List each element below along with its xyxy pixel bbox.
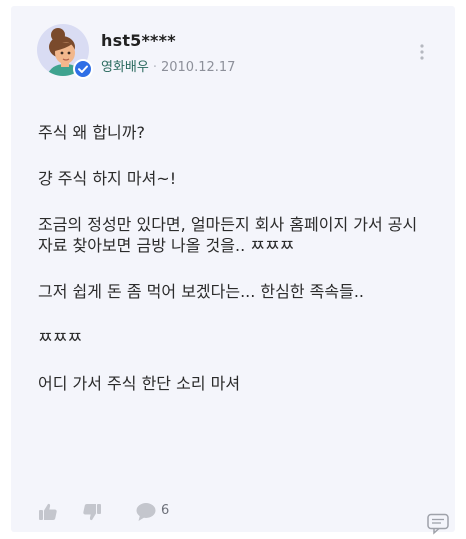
speech-bubble-icon	[136, 503, 156, 521]
comment-paragraph: 어디 가서 주식 한단 소리 마셔	[38, 374, 241, 393]
verified-badge-icon	[73, 59, 93, 79]
comment-paragraph: 조금의 정성만 있다면, 얼마든지 회사 홈페이지 가서 공시 자료 찾아보면 …	[38, 215, 418, 255]
thumbs-down-icon	[83, 504, 101, 521]
comment-button[interactable]	[135, 501, 157, 523]
post-meta: 영화배우 · 2010.12.17	[101, 56, 235, 75]
action-bar: 6	[37, 501, 237, 525]
comment-body: 주식 왜 합니까? 걍 주식 하지 마셔~! 조금의 정성만 있다면, 얼마든지…	[38, 122, 438, 419]
more-options-icon[interactable]	[415, 42, 429, 62]
meta-separator: ·	[152, 60, 157, 75]
comment-paragraph: ㅉㅉㅉ	[38, 328, 83, 347]
chat-icon[interactable]	[426, 513, 450, 535]
user-badge: 영화배우	[101, 60, 149, 75]
thumbs-up-icon	[39, 503, 57, 520]
comment-paragraph: 걍 주식 하지 마셔~!	[38, 169, 177, 188]
comment-card: hst5**** 영화배우 · 2010.12.17 주식 왜 합니까? 걍 주식 …	[11, 6, 455, 532]
post-date: 2010.12.17	[160, 60, 236, 75]
comment-paragraph: 그저 쉽게 돈 좀 먹어 보겠다는... 한심한 족속들..	[38, 282, 364, 301]
like-button[interactable]	[37, 501, 59, 523]
username[interactable]: hst5****	[101, 31, 176, 50]
dislike-button[interactable]	[81, 501, 103, 523]
comment-count: 6	[161, 503, 170, 518]
comment-paragraph: 주식 왜 합니까?	[38, 123, 145, 142]
